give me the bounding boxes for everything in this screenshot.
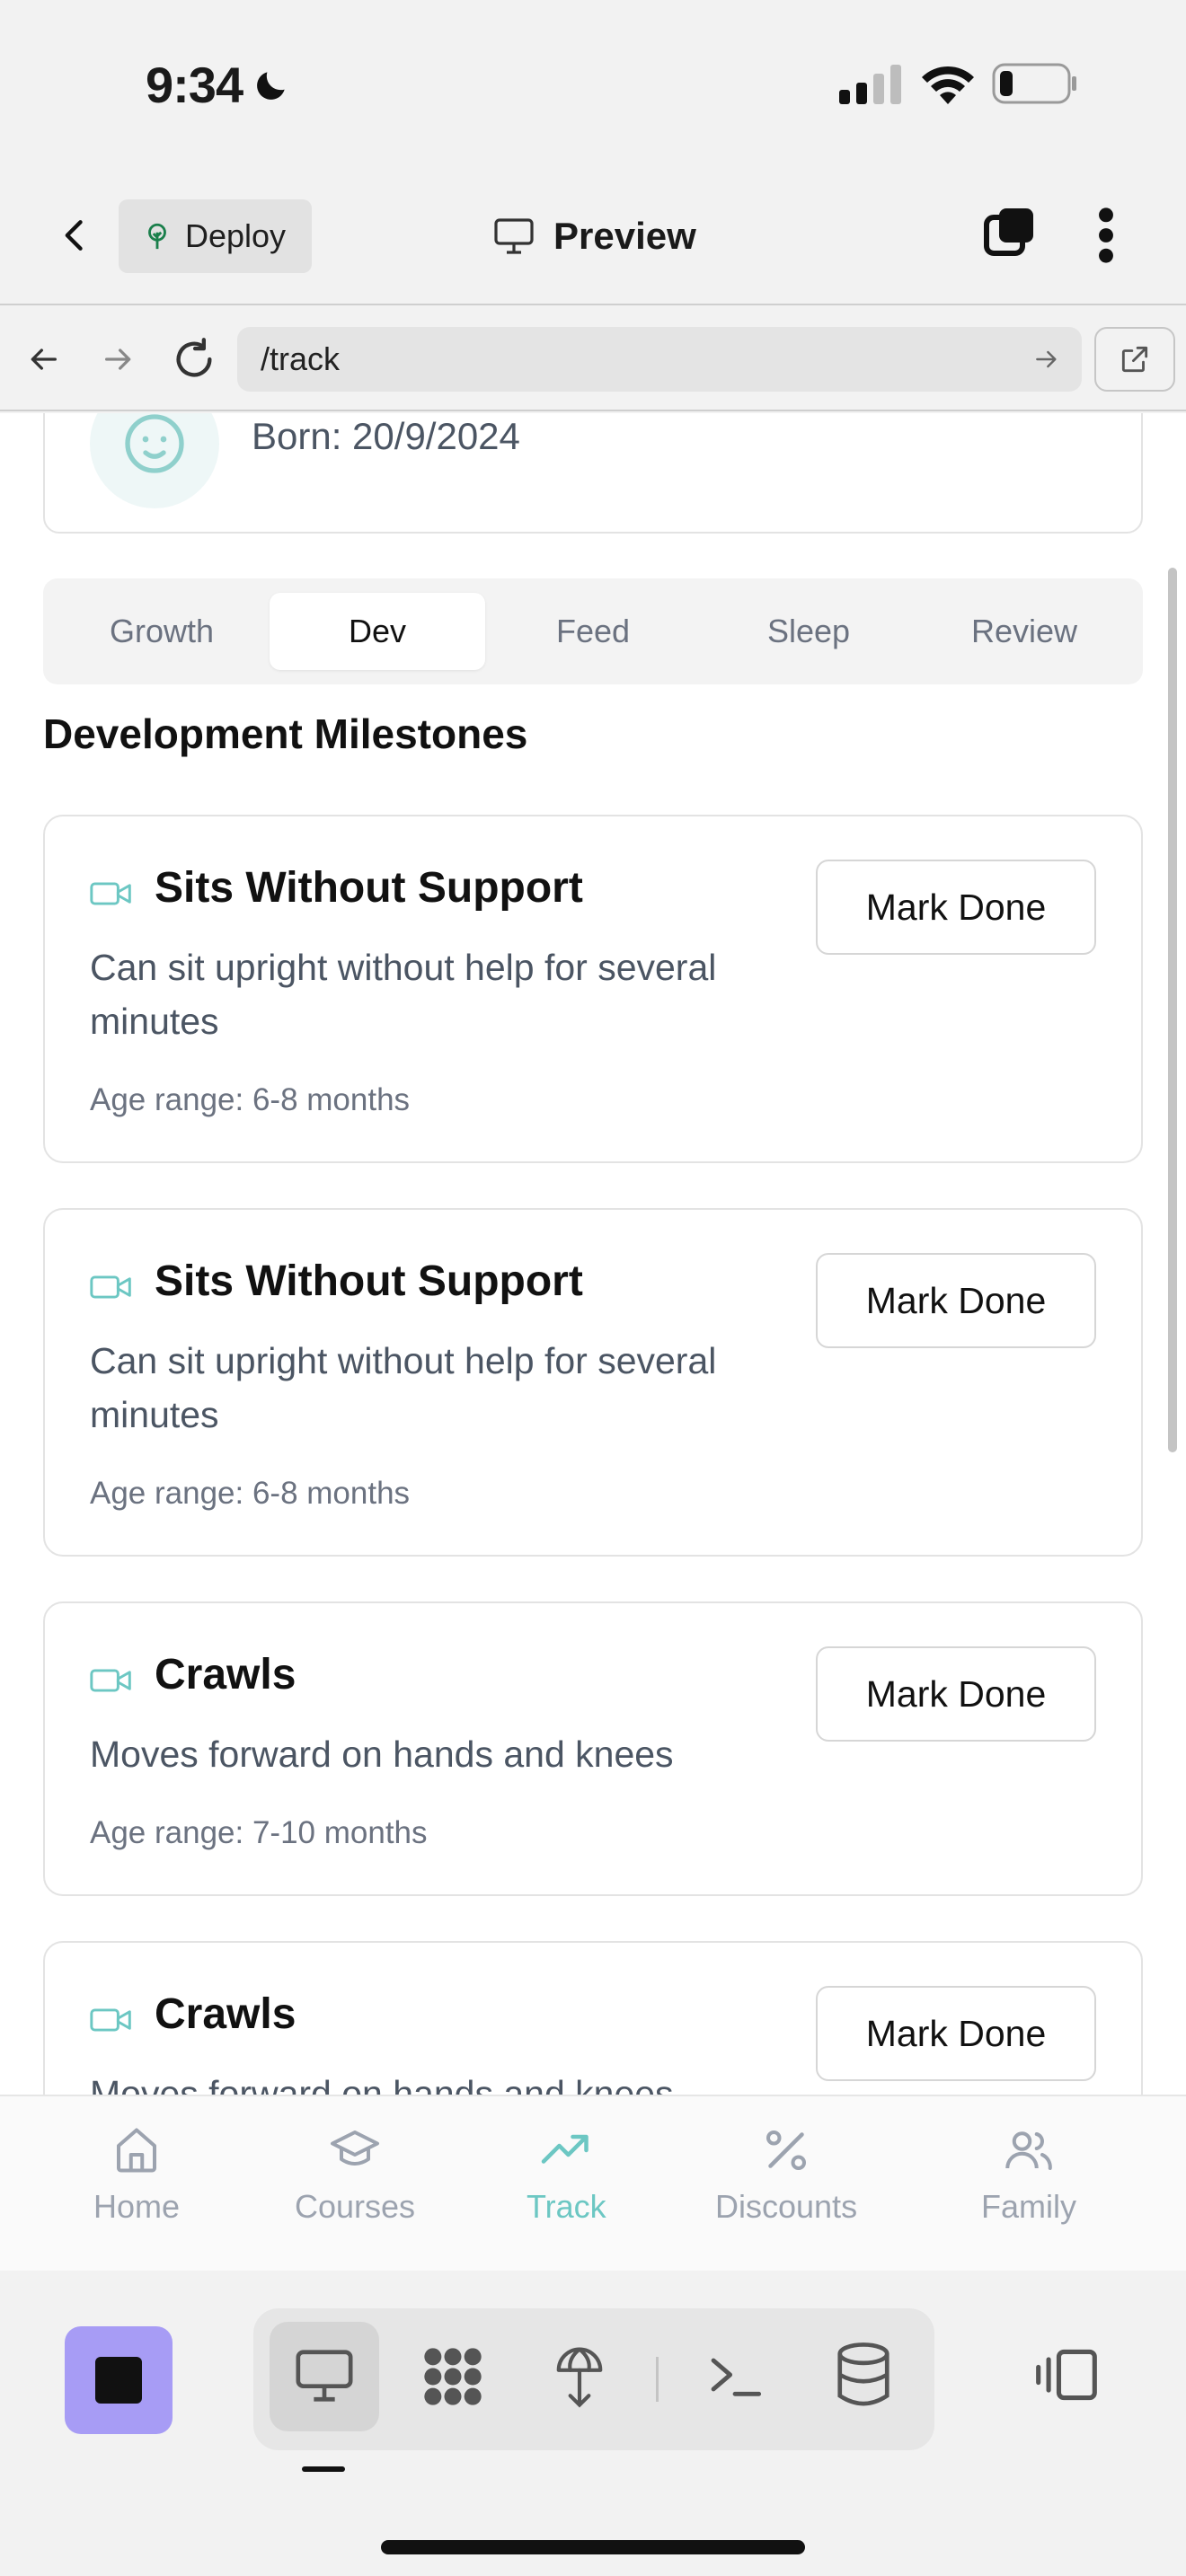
video-camera-icon[interactable] [90, 878, 133, 910]
home-icon [117, 2128, 157, 2173]
milestone-description: Moves forward on hands and knees [90, 2073, 674, 2095]
url-input[interactable]: /track [237, 327, 1082, 392]
mark-done-button[interactable]: Mark Done [816, 1986, 1096, 2081]
time-text: 9:34 [146, 57, 243, 113]
tab-sleep[interactable]: Sleep [701, 593, 916, 670]
trending-up-icon [542, 2134, 589, 2164]
tab-dev[interactable]: Dev [270, 593, 485, 670]
milestone-age-range: Age range: 7-10 months [90, 1815, 428, 1850]
database-icon[interactable] [832, 2341, 895, 2409]
nav-label: Discounts [715, 2188, 858, 2225]
milestone-description: Can sit upright without help for several… [90, 947, 717, 1042]
percent-icon [766, 2130, 807, 2170]
video-camera-icon[interactable] [90, 2004, 133, 2036]
moon-icon [257, 71, 285, 100]
preview-title: Preview [492, 205, 696, 268]
mark-done-button[interactable]: Mark Done [816, 860, 1096, 955]
nav-label: Family [981, 2188, 1076, 2225]
bottom-nav: Home Courses Track Discounts Family [0, 2095, 1186, 2271]
avatar [90, 413, 219, 508]
milestone-card: Crawls Moves forward on hands and knees … [43, 1601, 1143, 1896]
nav-label: Track [527, 2188, 606, 2225]
milestone-card: Sits Without Support Can sit upright wit… [43, 1208, 1143, 1557]
graduation-cap-icon [331, 2130, 380, 2166]
url-text: /track [261, 340, 341, 377]
nav-label: Courses [295, 2188, 416, 2225]
baby-face-icon [125, 414, 184, 473]
monitor-icon [494, 218, 534, 254]
nav-label: Home [93, 2188, 181, 2225]
milestone-age-range: Age range: 6-8 months [90, 1476, 411, 1511]
deploy-label: Deploy [185, 217, 287, 254]
baby-profile-card: Born: 20/9/2024 [43, 413, 1143, 534]
preview-label: Preview [553, 215, 696, 257]
stop-button[interactable] [65, 2326, 173, 2434]
reload-icon[interactable] [171, 336, 217, 383]
milestone-title: Sits Without Support [155, 864, 583, 912]
users-icon [1005, 2131, 1052, 2170]
home-indicator [381, 2540, 805, 2554]
external-link-icon [1121, 346, 1148, 373]
tab-review[interactable]: Review [916, 593, 1132, 670]
browser-back-icon[interactable] [23, 341, 63, 377]
stop-icon [95, 2357, 142, 2404]
tab-growth[interactable]: Growth [54, 593, 270, 670]
milestone-description: Can sit upright without help for several… [90, 1340, 717, 1435]
video-camera-icon[interactable] [90, 1664, 133, 1697]
deploy-globe-icon[interactable] [552, 2341, 607, 2409]
dots-grid-icon[interactable] [419, 2344, 487, 2409]
milestone-title: Sits Without Support [155, 1257, 583, 1305]
milestone-card: Crawls Moves forward on hands and knees … [43, 1941, 1143, 2095]
active-tool-indicator [302, 2466, 345, 2472]
more-vertical-icon[interactable] [1093, 205, 1120, 266]
desktop-preview-icon[interactable] [293, 2346, 356, 2405]
wifi-icon [922, 66, 974, 104]
panel-layout-icon[interactable] [1033, 2346, 1100, 2404]
tab-feed[interactable]: Feed [485, 593, 701, 670]
cellular-signal-icon [839, 65, 901, 104]
toolbar-divider [656, 2357, 659, 2402]
nav-track[interactable]: Track [527, 2123, 606, 2226]
open-external-button[interactable] [1094, 327, 1175, 392]
scrollbar[interactable] [1168, 568, 1177, 1452]
back-chevron-icon[interactable] [56, 212, 95, 259]
section-title: Development Milestones [43, 710, 528, 757]
nav-discounts[interactable]: Discounts [715, 2123, 857, 2226]
content-area: Born: 20/9/2024 Growth Dev Feed Sleep Re… [0, 413, 1186, 2095]
mark-done-button[interactable]: Mark Done [816, 1253, 1096, 1348]
video-camera-icon[interactable] [90, 1271, 133, 1303]
tracking-tabs: Growth Dev Feed Sleep Review [43, 578, 1143, 684]
nav-home[interactable]: Home [93, 2123, 180, 2226]
born-date: Born: 20/9/2024 [252, 415, 520, 457]
nav-courses[interactable]: Courses [295, 2123, 415, 2226]
terminal-icon[interactable] [706, 2348, 764, 2402]
milestone-card: Sits Without Support Can sit upright wit… [43, 815, 1143, 1163]
mark-done-button[interactable]: Mark Done [816, 1646, 1096, 1742]
milestone-title: Crawls [155, 1651, 296, 1698]
tabs-switcher-icon[interactable] [981, 205, 1039, 262]
nav-family[interactable]: Family [981, 2123, 1076, 2226]
deploy-tree-icon [148, 223, 166, 250]
milestone-description: Moves forward on hands and knees [90, 1734, 674, 1775]
battery-icon [992, 63, 1076, 104]
browser-forward-icon[interactable] [99, 341, 138, 377]
go-arrow-icon[interactable] [1031, 345, 1062, 374]
milestone-title: Crawls [155, 1990, 296, 2038]
deploy-button[interactable]: Deploy [119, 199, 312, 273]
status-time: 9:34 [146, 56, 291, 114]
milestone-age-range: Age range: 6-8 months [90, 1082, 411, 1117]
